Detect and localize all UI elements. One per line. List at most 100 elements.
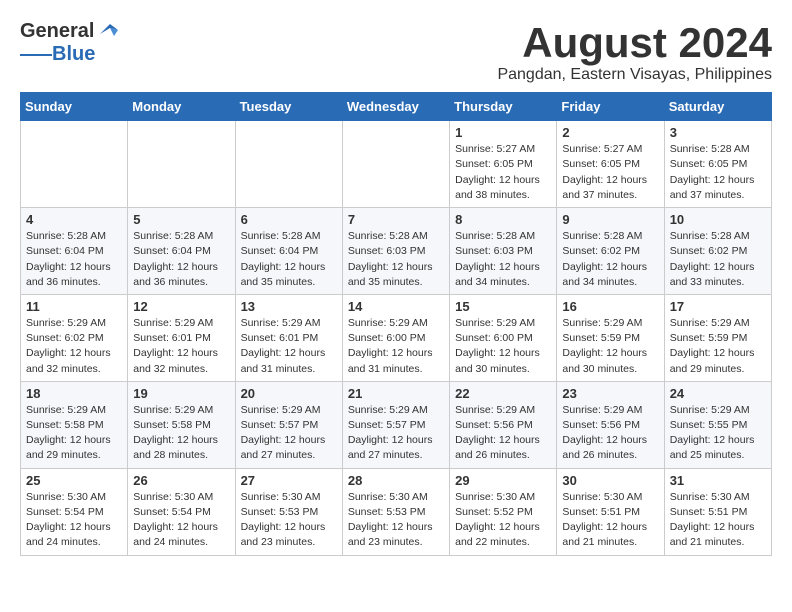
calendar-cell: 16 Sunrise: 5:29 AMSunset: 5:59 PMDayligh…	[557, 294, 664, 381]
day-info: Sunrise: 5:30 AMSunset: 5:51 PMDaylight:…	[562, 490, 658, 551]
day-number: 20	[241, 386, 337, 401]
calendar-cell	[128, 121, 235, 208]
calendar-cell: 28Sunrise: 5:30 AMSunset: 5:53 PMDayligh…	[342, 468, 449, 555]
day-info: Sunrise: 5:30 AMSunset: 5:53 PMDaylight:…	[241, 490, 337, 551]
calendar-week-row: 11Sunrise: 5:29 AMSunset: 6:02 PMDayligh…	[21, 294, 772, 381]
day-info: Sunrise: 5:28 AMSunset: 6:03 PMDaylight:…	[348, 229, 444, 290]
calendar-cell: 5 Sunrise: 5:28 AMSunset: 6:04 PMDaylight…	[128, 208, 235, 295]
day-number: 28	[348, 473, 444, 488]
day-number: 22	[455, 386, 551, 401]
day-info: Sunrise: 5:29 AMSunset: 5:56 PMDaylight:…	[455, 403, 551, 464]
calendar-week-row: 4Sunrise: 5:28 AMSunset: 6:04 PMDaylight…	[21, 208, 772, 295]
calendar-week-row: 25 Sunrise: 5:30 AMSunset: 5:54 PMDayligh…	[21, 468, 772, 555]
calendar-cell: 22 Sunrise: 5:29 AMSunset: 5:56 PMDayligh…	[450, 381, 557, 468]
day-number: 27	[241, 473, 337, 488]
calendar-cell: 13 Sunrise: 5:29 AMSunset: 6:01 PMDayligh…	[235, 294, 342, 381]
calendar-cell: 24 Sunrise: 5:29 AMSunset: 5:55 PMDayligh…	[664, 381, 771, 468]
day-info: Sunrise: 5:29 AMSunset: 5:58 PMDaylight:…	[133, 403, 229, 464]
day-info: Sunrise: 5:28 AMSunset: 6:03 PMDaylight:…	[455, 229, 551, 290]
calendar-cell: 27 Sunrise: 5:30 AMSunset: 5:53 PMDayligh…	[235, 468, 342, 555]
day-number: 17	[670, 299, 766, 314]
calendar-cell: 21 Sunrise: 5:29 AMSunset: 5:57 PMDayligh…	[342, 381, 449, 468]
day-number: 30	[562, 473, 658, 488]
day-number: 13	[241, 299, 337, 314]
calendar-cell: 18 Sunrise: 5:29 AMSunset: 5:58 PMDayligh…	[21, 381, 128, 468]
day-number: 11	[26, 299, 122, 314]
calendar-cell	[21, 121, 128, 208]
weekday-header-monday: Monday	[128, 93, 235, 121]
day-info: Sunrise: 5:28 AMSunset: 6:04 PMDaylight:…	[133, 229, 229, 290]
day-number: 16	[562, 299, 658, 314]
day-info: Sunrise: 5:29 AMSunset: 5:55 PMDaylight:…	[670, 403, 766, 464]
calendar-subtitle: Pangdan, Eastern Visayas, Philippines	[497, 66, 772, 84]
calendar-cell: 20 Sunrise: 5:29 AMSunset: 5:57 PMDayligh…	[235, 381, 342, 468]
day-number: 26	[133, 473, 229, 488]
day-number: 14	[348, 299, 444, 314]
calendar-cell: 14 Sunrise: 5:29 AMSunset: 6:00 PMDayligh…	[342, 294, 449, 381]
calendar-cell	[235, 121, 342, 208]
day-info: Sunrise: 5:28 AMSunset: 6:02 PMDaylight:…	[670, 229, 766, 290]
day-info: Sunrise: 5:30 AMSunset: 5:52 PMDaylight:…	[455, 490, 551, 551]
day-info: Sunrise: 5:29 AMSunset: 5:57 PMDaylight:…	[241, 403, 337, 464]
calendar-cell: 23 Sunrise: 5:29 AMSunset: 5:56 PMDayligh…	[557, 381, 664, 468]
day-info: Sunrise: 5:29 AMSunset: 5:59 PMDaylight:…	[562, 316, 658, 377]
day-info: Sunrise: 5:30 AMSunset: 5:54 PMDaylight:…	[133, 490, 229, 551]
logo: General Blue	[20, 20, 118, 66]
weekday-header-saturday: Saturday	[664, 93, 771, 121]
logo-blue: Blue	[52, 43, 95, 66]
calendar-title: August 2024	[497, 20, 772, 66]
calendar-cell: 6Sunrise: 5:28 AMSunset: 6:04 PMDaylight…	[235, 208, 342, 295]
calendar-title-block: August 2024 Pangdan, Eastern Visayas, Ph…	[497, 20, 772, 84]
day-info: Sunrise: 5:30 AMSunset: 5:54 PMDaylight:…	[26, 490, 122, 551]
day-info: Sunrise: 5:29 AMSunset: 6:00 PMDaylight:…	[348, 316, 444, 377]
day-number: 25	[26, 473, 122, 488]
calendar-cell: 7Sunrise: 5:28 AMSunset: 6:03 PMDaylight…	[342, 208, 449, 295]
calendar-cell: 12 Sunrise: 5:29 AMSunset: 6:01 PMDayligh…	[128, 294, 235, 381]
day-info: Sunrise: 5:30 AMSunset: 5:51 PMDaylight:…	[670, 490, 766, 551]
day-number: 8	[455, 212, 551, 227]
day-number: 15	[455, 299, 551, 314]
day-number: 24	[670, 386, 766, 401]
day-info: Sunrise: 5:28 AMSunset: 6:04 PMDaylight:…	[241, 229, 337, 290]
day-info: Sunrise: 5:29 AMSunset: 5:59 PMDaylight:…	[670, 316, 766, 377]
day-info: Sunrise: 5:29 AMSunset: 6:01 PMDaylight:…	[133, 316, 229, 377]
day-number: 12	[133, 299, 229, 314]
day-info: Sunrise: 5:29 AMSunset: 6:01 PMDaylight:…	[241, 316, 337, 377]
day-info: Sunrise: 5:28 AMSunset: 6:02 PMDaylight:…	[562, 229, 658, 290]
calendar-week-row: 18 Sunrise: 5:29 AMSunset: 5:58 PMDayligh…	[21, 381, 772, 468]
day-info: Sunrise: 5:27 AMSunset: 6:05 PMDaylight:…	[455, 142, 551, 203]
calendar-cell: 25 Sunrise: 5:30 AMSunset: 5:54 PMDayligh…	[21, 468, 128, 555]
calendar-week-row: 1Sunrise: 5:27 AMSunset: 6:05 PMDaylight…	[21, 121, 772, 208]
day-number: 18	[26, 386, 122, 401]
day-info: Sunrise: 5:29 AMSunset: 5:57 PMDaylight:…	[348, 403, 444, 464]
day-number: 31	[670, 473, 766, 488]
weekday-header-thursday: Thursday	[450, 93, 557, 121]
day-info: Sunrise: 5:28 AMSunset: 6:05 PMDaylight:…	[670, 142, 766, 203]
calendar-cell: 9Sunrise: 5:28 AMSunset: 6:02 PMDaylight…	[557, 208, 664, 295]
weekday-header-friday: Friday	[557, 93, 664, 121]
calendar-cell: 29 Sunrise: 5:30 AMSunset: 5:52 PMDayligh…	[450, 468, 557, 555]
day-number: 29	[455, 473, 551, 488]
calendar-cell: 30 Sunrise: 5:30 AMSunset: 5:51 PMDayligh…	[557, 468, 664, 555]
calendar-cell: 10Sunrise: 5:28 AMSunset: 6:02 PMDayligh…	[664, 208, 771, 295]
calendar-cell: 3Sunrise: 5:28 AMSunset: 6:05 PMDaylight…	[664, 121, 771, 208]
day-number: 2	[562, 125, 658, 140]
day-number: 19	[133, 386, 229, 401]
day-number: 5	[133, 212, 229, 227]
weekday-header-tuesday: Tuesday	[235, 93, 342, 121]
day-info: Sunrise: 5:29 AMSunset: 5:56 PMDaylight:…	[562, 403, 658, 464]
calendar-cell: 4Sunrise: 5:28 AMSunset: 6:04 PMDaylight…	[21, 208, 128, 295]
calendar-cell: 15Sunrise: 5:29 AMSunset: 6:00 PMDayligh…	[450, 294, 557, 381]
page-header: General Blue August 2024 Pangdan, Easter…	[20, 20, 772, 84]
day-number: 21	[348, 386, 444, 401]
calendar-cell: 26 Sunrise: 5:30 AMSunset: 5:54 PMDayligh…	[128, 468, 235, 555]
calendar-cell	[342, 121, 449, 208]
weekday-header-wednesday: Wednesday	[342, 93, 449, 121]
calendar-cell: 2Sunrise: 5:27 AMSunset: 6:05 PMDaylight…	[557, 121, 664, 208]
calendar-cell: 11Sunrise: 5:29 AMSunset: 6:02 PMDayligh…	[21, 294, 128, 381]
day-number: 23	[562, 386, 658, 401]
day-info: Sunrise: 5:28 AMSunset: 6:04 PMDaylight:…	[26, 229, 122, 290]
weekday-header-sunday: Sunday	[21, 93, 128, 121]
day-info: Sunrise: 5:29 AMSunset: 5:58 PMDaylight:…	[26, 403, 122, 464]
calendar-header-row: SundayMondayTuesdayWednesdayThursdayFrid…	[21, 93, 772, 121]
